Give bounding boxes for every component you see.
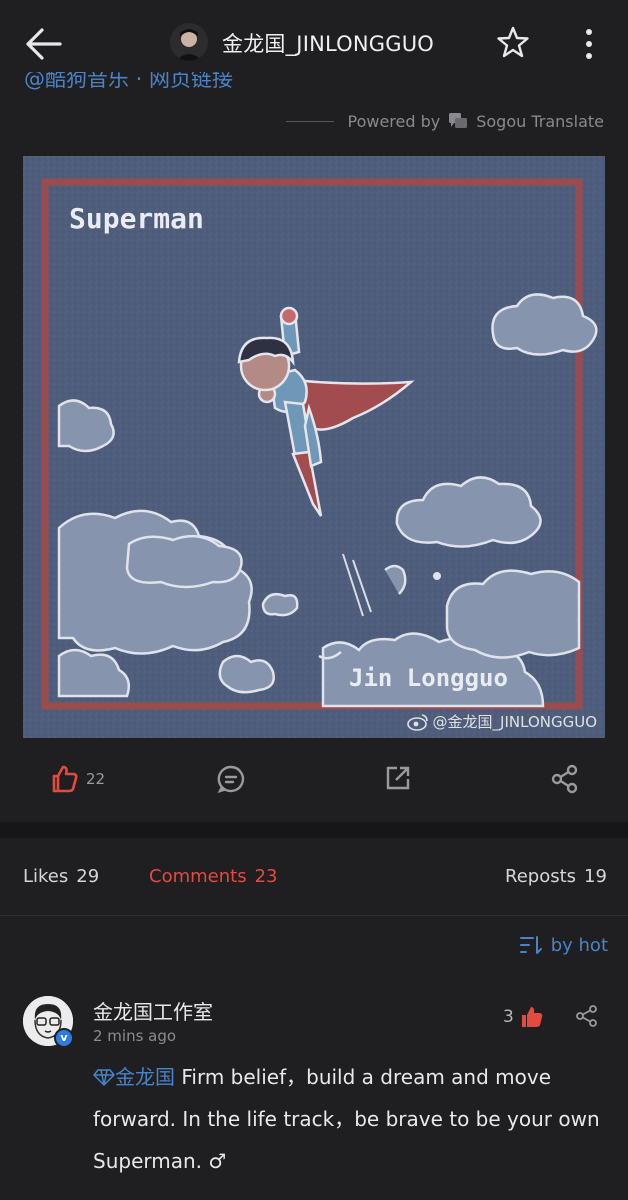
weibo-icon xyxy=(406,713,428,731)
share-button[interactable] xyxy=(550,764,580,794)
comment-button[interactable] xyxy=(216,764,246,794)
comment-like-count: 3 xyxy=(503,1007,514,1027)
image-signature: Jin Longguo xyxy=(349,664,508,692)
sort-label: by hot xyxy=(550,934,608,956)
tab-likes-count: 29 xyxy=(76,866,100,887)
section-divider xyxy=(0,822,628,838)
powered-by-label: Powered by xyxy=(347,111,441,131)
star-icon[interactable] xyxy=(496,25,530,59)
like-filled-icon xyxy=(521,1007,543,1027)
post-actions: 22 xyxy=(0,754,628,810)
comment-icon xyxy=(217,765,245,793)
translator-name: Sogou Translate xyxy=(476,111,604,131)
sort-by-hot-button[interactable]: by hot xyxy=(519,934,608,956)
like-icon xyxy=(52,765,78,793)
tab-comments[interactable]: Comments 23 xyxy=(149,866,277,887)
like-button[interactable]: 22 xyxy=(50,764,105,794)
tab-reposts[interactable]: Reposts 19 xyxy=(505,866,607,887)
tab-reposts-label: Reposts xyxy=(505,866,577,887)
back-arrow-icon[interactable] xyxy=(22,24,66,64)
image-watermark: @金龙国_JINLONGGUO xyxy=(406,711,597,732)
comment-like-button[interactable]: 3 xyxy=(503,1005,544,1029)
more-vertical-icon[interactable] xyxy=(578,24,600,64)
mention-link[interactable]: 金龙国 xyxy=(115,1065,175,1089)
tab-reposts-count: 19 xyxy=(584,866,607,887)
translate-icon xyxy=(449,113,468,128)
translation-attribution: Powered by Sogou Translate xyxy=(285,111,604,131)
page-title[interactable]: 金龙国_JINLONGGUO xyxy=(222,28,434,58)
repost-button[interactable] xyxy=(384,764,412,792)
comment-body: 金龙国 Firm belief，build a dream and move f… xyxy=(93,1056,608,1182)
repost-icon xyxy=(386,766,410,790)
tab-comments-count: 23 xyxy=(254,866,278,887)
verified-badge-icon: v xyxy=(54,1028,74,1048)
avatar[interactable] xyxy=(170,23,208,61)
image-title-text: Superman xyxy=(69,202,204,235)
tab-likes[interactable]: Likes 29 xyxy=(23,866,99,887)
comment-author[interactable]: 金龙国工作室 xyxy=(93,996,213,1025)
web-link-partial[interactable]: @酷狗音乐 · 网页链接 xyxy=(24,72,233,94)
watermark-text: @金龙国_JINLONGGUO xyxy=(432,713,597,731)
super-topic-diamond-icon xyxy=(93,1069,115,1086)
tab-likes-label: Likes xyxy=(23,866,69,887)
share-icon xyxy=(551,764,578,794)
divider xyxy=(285,120,334,122)
comment-share-icon[interactable] xyxy=(575,1004,599,1028)
like-count: 22 xyxy=(86,770,106,788)
interaction-tabs: Likes 29 Comments 23 Reposts 19 xyxy=(0,838,628,916)
comment-timestamp: 2 mins ago xyxy=(93,1027,177,1045)
sort-icon xyxy=(519,936,542,954)
post-image[interactable]: Superman Jin Longguo @金龙国_JINLONGGUO xyxy=(23,156,605,738)
tab-comments-label: Comments xyxy=(149,866,247,887)
